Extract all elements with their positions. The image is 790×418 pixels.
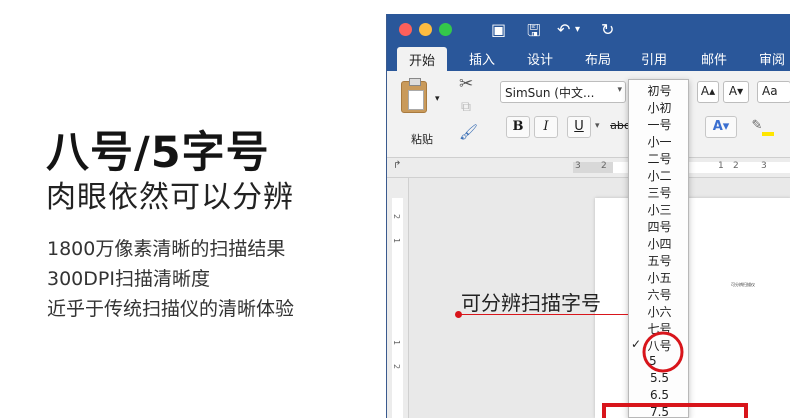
ruler-mark: 1 xyxy=(392,237,402,244)
paste-label: 粘贴 xyxy=(411,133,433,146)
format-painter-icon[interactable]: 🖌 xyxy=(459,123,478,141)
title-bar: ▣ 🖫 ↶ ▾ ↻ xyxy=(387,14,790,45)
tab-references[interactable]: 引用 xyxy=(641,49,667,68)
grow-font-button[interactable]: A▴ xyxy=(697,81,719,103)
horizontal-ruler[interactable]: ↱ 3 2 1 2 3 xyxy=(387,158,790,178)
copy-icon[interactable]: ⧉ xyxy=(461,99,471,115)
ruler-mark: 2 xyxy=(733,161,739,171)
size-option[interactable]: 一号 xyxy=(629,116,690,133)
sidebar-icon[interactable]: ▣ xyxy=(491,20,506,39)
tab-stop-icon[interactable]: ↱ xyxy=(393,160,401,171)
minimize-button[interactable] xyxy=(419,23,432,36)
callout-label: 可分辨扫描字号 xyxy=(461,291,601,315)
size-option[interactable]: 小初 xyxy=(629,99,690,116)
size-option[interactable]: 二号 xyxy=(629,150,690,167)
word-window: ▣ 🖫 ↶ ▾ ↻ 开始 插入 设计 布局 引用 邮件 审阅 ▾ 粘贴 ✂ ⧉ … xyxy=(386,14,790,418)
ruler-mark: 2 xyxy=(601,161,607,171)
tiny-document-text: 可分辨扫描仪 xyxy=(731,282,755,287)
size-option[interactable]: 小四 xyxy=(629,235,690,252)
size-option[interactable]: 六号 xyxy=(629,286,690,303)
tab-design[interactable]: 设计 xyxy=(527,49,553,68)
highlighter-icon: ✎ xyxy=(751,118,763,133)
font-name-select[interactable]: SimSun (中文... ▾ xyxy=(500,81,626,103)
size-option[interactable]: 五号 xyxy=(629,252,690,269)
tab-mailings[interactable]: 邮件 xyxy=(701,49,727,68)
callout-dot xyxy=(455,311,462,318)
font-name-value: SimSun (中文... xyxy=(505,86,595,100)
paste-dropdown-icon[interactable]: ▾ xyxy=(435,94,440,104)
shrink-font-button[interactable]: A▾ xyxy=(723,81,749,103)
text-effects-button[interactable]: A▾ xyxy=(705,116,737,138)
zoom-button[interactable] xyxy=(439,23,452,36)
italic-button[interactable]: I xyxy=(534,116,558,138)
feature-2: 300DPI扫描清晰度 xyxy=(47,268,210,290)
size-option[interactable]: 6.5 xyxy=(629,388,690,402)
ruler-mark: 2 xyxy=(392,363,402,370)
highlight-circle xyxy=(642,331,684,373)
bold-button[interactable]: B xyxy=(506,116,530,138)
subline: 肉眼依然可以分辨 xyxy=(46,180,294,215)
change-case-button[interactable]: Aa xyxy=(757,81,790,103)
underline-button[interactable]: U xyxy=(567,116,591,138)
vertical-ruler[interactable]: 2 1 1 2 xyxy=(387,178,409,418)
document-page[interactable]: 可分辨扫描仪 xyxy=(595,198,790,418)
underline-dropdown-icon[interactable]: ▾ xyxy=(595,121,600,131)
size-option[interactable]: 小一 xyxy=(629,133,690,150)
size-option[interactable]: 小三 xyxy=(629,201,690,218)
undo-icon[interactable]: ↶ xyxy=(557,20,570,39)
ruler-mark: 2 xyxy=(392,213,402,220)
ruler-mark: 1 xyxy=(718,161,724,171)
feature-1: 1800万像素清晰的扫描结果 xyxy=(47,238,286,260)
ribbon-tabs: 开始 插入 设计 布局 引用 邮件 审阅 xyxy=(387,45,790,71)
redo-icon[interactable]: ↻ xyxy=(601,20,614,39)
size-option[interactable]: 四号 xyxy=(629,218,690,235)
headline: 八号/5字号 xyxy=(46,128,270,178)
tab-layout[interactable]: 布局 xyxy=(585,49,611,68)
size-option[interactable]: 三号 xyxy=(629,184,690,201)
size-option[interactable]: 小六 xyxy=(629,303,690,320)
tab-review[interactable]: 审阅 xyxy=(759,49,785,68)
tab-insert[interactable]: 插入 xyxy=(469,49,495,68)
ribbon: ▾ 粘贴 ✂ ⧉ 🖌 SimSun (中文... ▾ A▴ A▾ Aa xyxy=(387,71,790,158)
size-option[interactable]: 小二 xyxy=(629,167,690,184)
ruler-mark: 3 xyxy=(761,161,767,171)
chevron-down-icon: ▾ xyxy=(617,85,622,95)
callout-line xyxy=(458,314,628,315)
undo-dropdown-icon[interactable]: ▾ xyxy=(575,24,580,35)
size-option[interactable]: 小五 xyxy=(629,269,690,286)
feature-3: 近乎于传统扫描仪的清晰体验 xyxy=(47,298,295,320)
close-button[interactable] xyxy=(399,23,412,36)
tab-home[interactable]: 开始 xyxy=(397,47,448,71)
highlight-box xyxy=(602,403,748,418)
ruler-mark: 3 xyxy=(575,161,581,171)
paste-icon[interactable] xyxy=(401,78,427,113)
size-option[interactable]: 初号 xyxy=(629,82,690,99)
highlight-button[interactable]: ✎ xyxy=(743,116,783,138)
save-icon[interactable]: 🖫 xyxy=(527,20,541,47)
cut-icon[interactable]: ✂ xyxy=(459,74,473,94)
ruler-mark: 1 xyxy=(392,339,402,346)
